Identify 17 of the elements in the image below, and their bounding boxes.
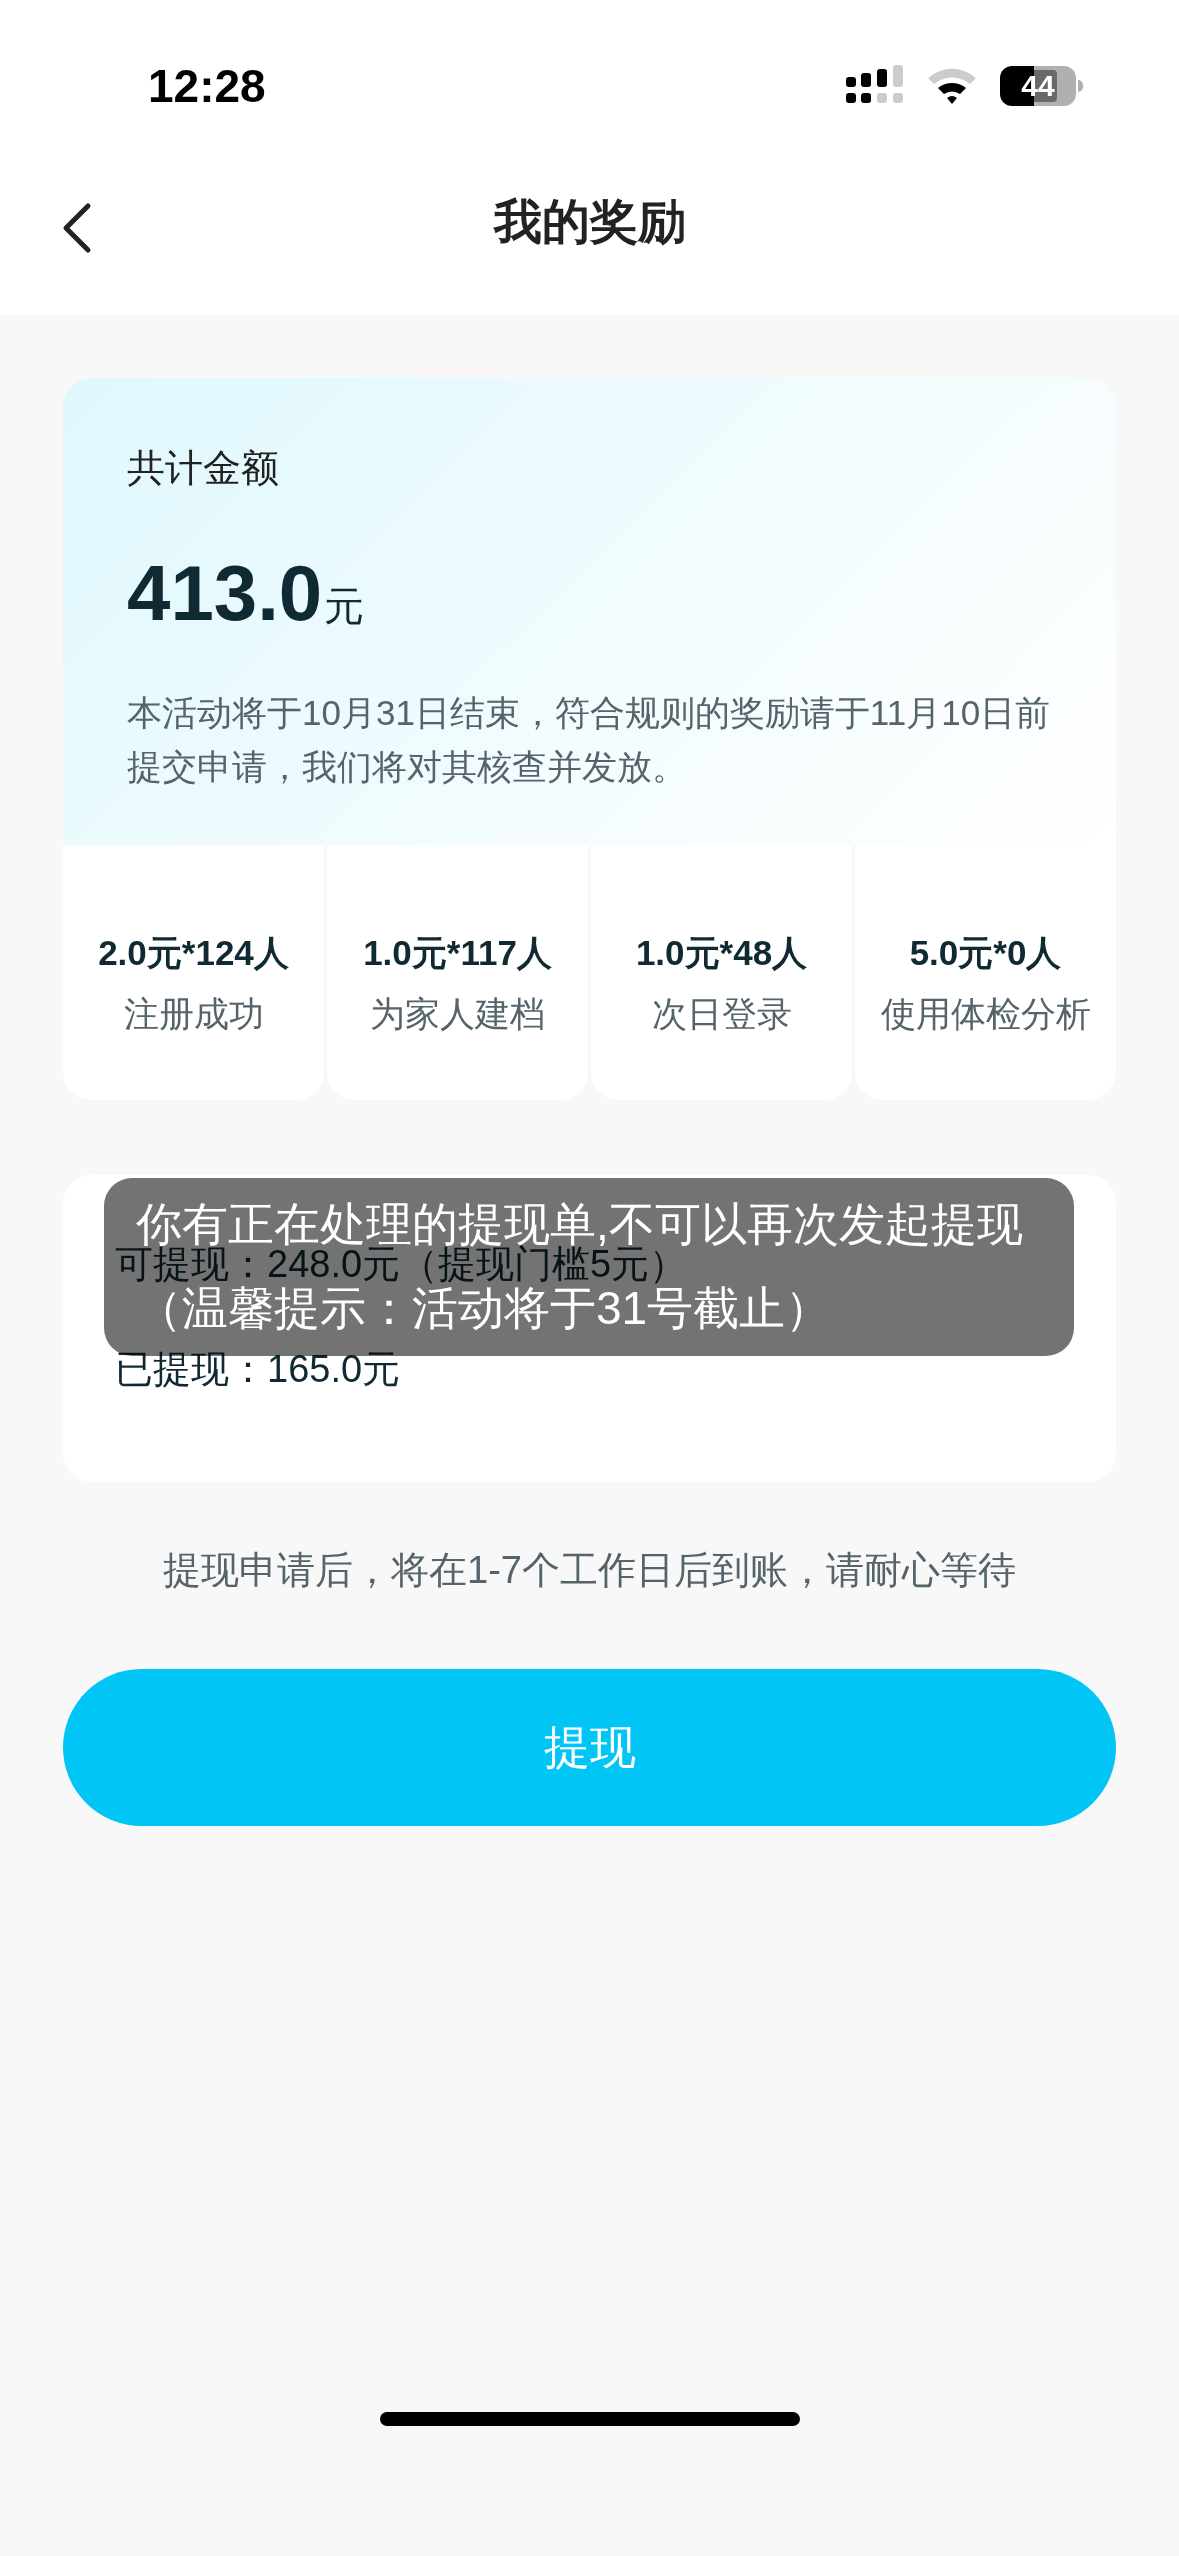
stat-value: 5.0元*0人 <box>909 932 1062 974</box>
stat-value: 1.0元*117人 <box>363 932 552 974</box>
total-amount: 413.0元 <box>127 548 366 639</box>
stat-value: 2.0元*124人 <box>98 932 289 974</box>
total-label: 共计金额 <box>127 446 280 491</box>
withdrawn-amount: 已提现：165.0元 <box>115 1347 402 1392</box>
stat-label: 使用体检分析 <box>880 992 1091 1035</box>
page-title: 我的奖励 <box>493 194 686 250</box>
wifi-icon <box>926 66 978 106</box>
stat-label: 为家人建档 <box>370 992 545 1035</box>
stat-label: 次日登录 <box>651 992 792 1035</box>
activity-note: 本活动将于10月31日结束，符合规则的奖励请于11月10日前提交申请，我们将对其核查并发放。 <box>127 692 1052 788</box>
withdraw-button[interactable]: 提现 <box>63 1669 1116 1826</box>
stat-value: 1.0元*48人 <box>635 932 808 974</box>
stat-label: 注册成功 <box>123 992 264 1035</box>
withdraw-hint: 提现申请后，将在1-7个工作日后到账，请耐心等待 <box>162 1548 1017 1593</box>
status-time: 12:28 <box>148 58 266 114</box>
